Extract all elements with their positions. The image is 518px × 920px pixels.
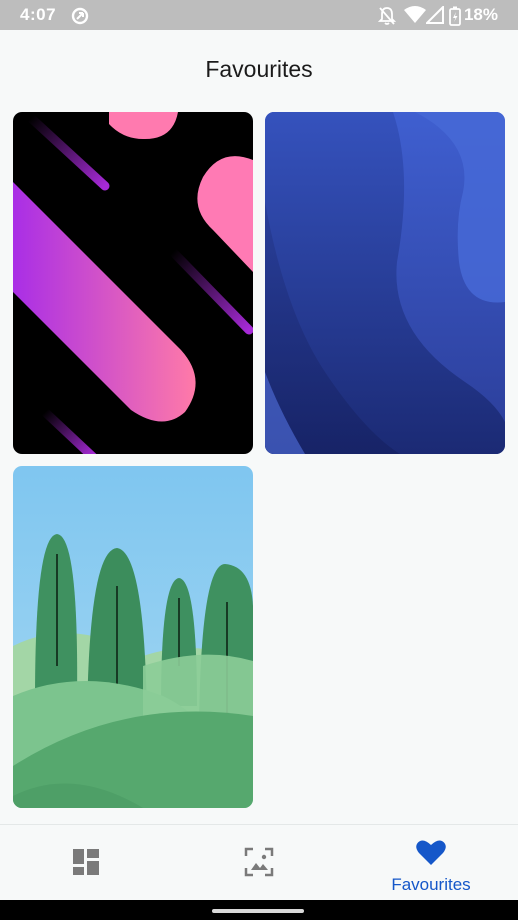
wallpaper-card-stripes[interactable] (13, 112, 253, 454)
nav-item-favourites[interactable]: Favourites (345, 825, 517, 901)
nav-item-wallpaper[interactable] (173, 825, 345, 901)
bottom-navigation: Favourites (0, 824, 518, 901)
notifications-off-icon (377, 6, 397, 31)
wifi-icon (404, 6, 426, 29)
data-saver-icon (70, 6, 90, 31)
wallpaper-stripes-image (13, 112, 253, 454)
wallpaper-waves-image (265, 112, 505, 454)
status-time: 4:07 (20, 5, 57, 24)
dashboard-icon (72, 848, 100, 881)
wallpaper-card-hills[interactable] (13, 466, 253, 808)
signal-icon (424, 4, 444, 29)
heart-icon (416, 839, 446, 871)
app-bar: Favourites (0, 30, 518, 110)
gesture-navigation-bar (0, 900, 518, 920)
home-gesture-handle[interactable] (212, 909, 304, 913)
battery-charging-icon (449, 6, 461, 31)
wallpaper-hills-image (13, 466, 253, 808)
status-bar: 4:07 18% (0, 0, 518, 30)
wallpaper-card-waves[interactable] (265, 112, 505, 454)
battery-percentage: 18% (463, 5, 498, 24)
nav-label-favourites: Favourites (391, 875, 471, 894)
page-title: Favourites (205, 56, 313, 82)
wallpaper-icon (244, 847, 274, 882)
nav-item-dashboard[interactable] (0, 825, 172, 901)
